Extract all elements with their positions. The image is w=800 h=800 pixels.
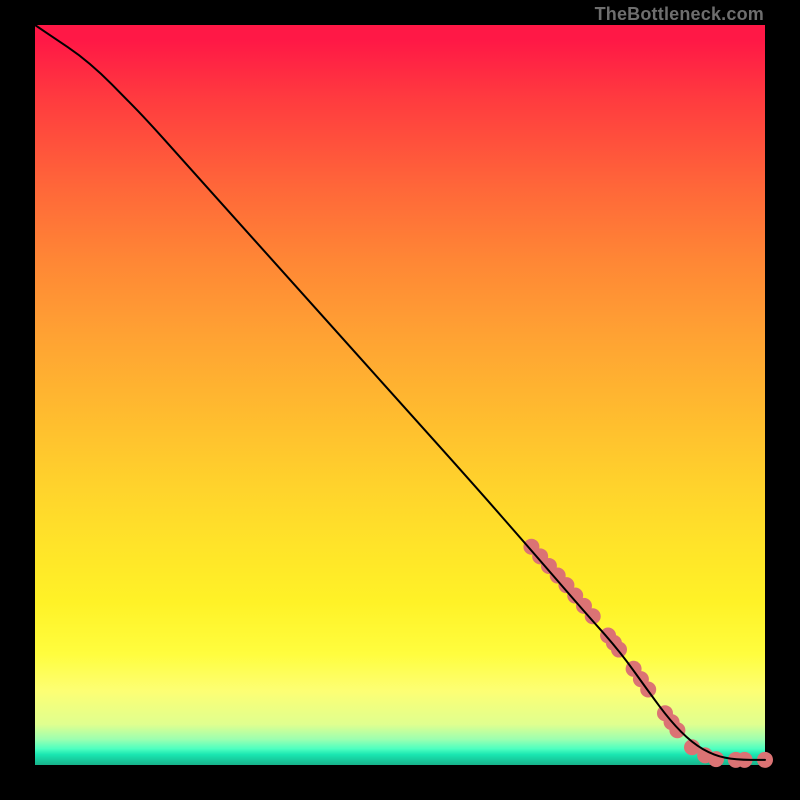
curve-line: [35, 25, 765, 760]
marker-group: [523, 539, 773, 768]
attribution-text: TheBottleneck.com: [595, 4, 764, 25]
curve-svg: [35, 25, 765, 765]
marker-dot: [669, 722, 685, 738]
plot-area: [35, 25, 765, 765]
chart-stage: TheBottleneck.com: [0, 0, 800, 800]
